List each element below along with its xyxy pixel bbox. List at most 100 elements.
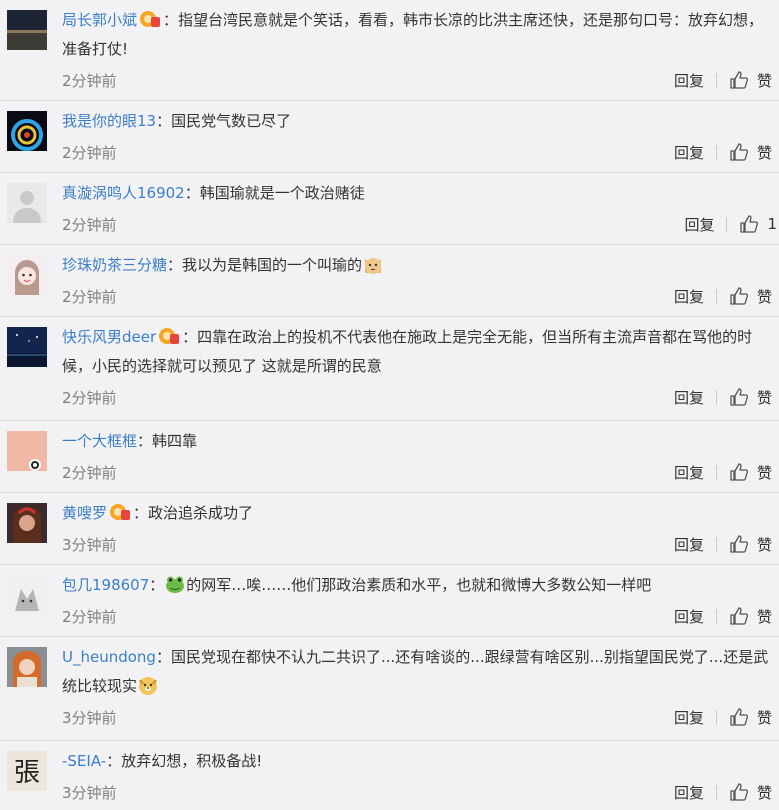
- avatar[interactable]: [7, 503, 47, 543]
- reply-button[interactable]: 回复: [674, 142, 704, 163]
- avatar[interactable]: [7, 183, 47, 223]
- comment-text: 政治追杀成功了: [148, 504, 254, 522]
- user-name[interactable]: -SEIA-: [62, 752, 106, 770]
- comment-text: 的网军…唉……他们那政治素质和水平，也就和微博大多数公知一样吧: [186, 576, 652, 594]
- vip-badge-icon: [139, 9, 161, 29]
- comment-text: 国民党气数已尽了: [171, 112, 292, 130]
- like-button[interactable]: 赞: [729, 606, 772, 627]
- divider: [715, 709, 717, 725]
- reply-button[interactable]: 回复: [674, 387, 704, 408]
- user-name[interactable]: 快乐风男deer: [62, 328, 156, 346]
- thumbs-up-icon: [730, 783, 749, 801]
- like-button[interactable]: 1: [739, 214, 777, 234]
- timestamp: 3分钟前: [62, 783, 117, 802]
- comment-item: U_heundong：国民党现在都快不认九二共识了...还有啥谈的...跟绿营有…: [0, 637, 779, 741]
- avatar[interactable]: [7, 255, 47, 295]
- like-button[interactable]: 赞: [729, 142, 772, 163]
- reply-button[interactable]: 回复: [674, 286, 704, 307]
- user-name[interactable]: 我是你的眼13: [62, 112, 156, 130]
- comment-item: 真漩涡鸣人16902：韩国瑜就是一个政治赌徒 2分钟前 回复 1: [0, 173, 779, 245]
- user-name[interactable]: 包几198607: [62, 576, 149, 594]
- divider: [715, 464, 717, 480]
- comment-item: 我是你的眼13：国民党气数已尽了 2分钟前 回复 赞: [0, 101, 779, 173]
- like-label: 赞: [756, 143, 772, 162]
- like-button[interactable]: 赞: [729, 462, 772, 483]
- avatar[interactable]: [7, 111, 47, 151]
- comment-item: 黄嗖罗 ：政治追杀成功了 3分钟前 回复 赞: [0, 493, 779, 565]
- comment-item: 包几198607： 的网军…唉……他们那政治素质和水平，也就和微博大多数公知一样吧…: [0, 565, 779, 637]
- comment-list: 局长郭小斌 ：指望台湾民意就是个笑话，看看，韩市长凉的比洪主席还快，还是那句口号：…: [0, 0, 779, 810]
- timestamp: 3分钟前: [62, 708, 117, 727]
- reply-button[interactable]: 回复: [674, 606, 704, 627]
- like-button[interactable]: 赞: [729, 387, 772, 408]
- reply-button[interactable]: 回复: [684, 214, 714, 235]
- like-button[interactable]: 赞: [729, 707, 772, 728]
- timestamp: 2分钟前: [62, 143, 117, 162]
- avatar[interactable]: [7, 431, 47, 471]
- user-name[interactable]: 一个大框框: [62, 432, 137, 450]
- comment-item: 局长郭小斌 ：指望台湾民意就是个笑话，看看，韩市长凉的比洪主席还快，还是那句口号：…: [0, 0, 779, 101]
- divider: [715, 784, 717, 800]
- divider: [715, 608, 717, 624]
- divider: [715, 144, 717, 160]
- divider: [715, 72, 717, 88]
- like-label: 赞: [756, 71, 772, 90]
- avatar[interactable]: [7, 10, 47, 50]
- user-name[interactable]: 真漩涡鸣人16902: [62, 184, 185, 202]
- timestamp: 2分钟前: [62, 215, 117, 234]
- divider: [726, 216, 728, 232]
- vip-badge-icon: [109, 502, 131, 522]
- reply-button[interactable]: 回复: [674, 782, 704, 803]
- avatar[interactable]: [7, 327, 47, 367]
- user-name[interactable]: U_heundong: [62, 648, 156, 666]
- comment-text: 我以为是韩国的一个叫瑜的: [182, 256, 363, 274]
- reply-button[interactable]: 回复: [674, 707, 704, 728]
- reply-button[interactable]: 回复: [674, 70, 704, 91]
- divider: [715, 536, 717, 552]
- thumbs-up-icon: [730, 143, 749, 161]
- comment-item: 快乐风男deer ：四靠在政治上的投机不代表他在施政上是完全无能，但当所有主流声音…: [0, 317, 779, 421]
- comment-text: 韩国瑜就是一个政治赌徒: [199, 184, 365, 202]
- doge-face-icon: [137, 674, 159, 696]
- thumbs-up-icon: [730, 535, 749, 553]
- thumbs-up-icon: [730, 71, 749, 89]
- like-label: 赞: [756, 388, 772, 407]
- thumbs-up-icon: [730, 388, 749, 406]
- timestamp: 2分钟前: [62, 71, 117, 90]
- thumbs-up-icon: [730, 607, 749, 625]
- timestamp: 2分钟前: [62, 463, 117, 482]
- like-button[interactable]: 赞: [729, 286, 772, 307]
- timestamp: 3分钟前: [62, 535, 117, 554]
- comment-item: 張 -SEIA-：放弃幻想，积极备战! 3分钟前 回复 赞: [0, 741, 779, 810]
- like-count: 1: [767, 215, 777, 233]
- timestamp: 2分钟前: [62, 607, 117, 626]
- thumbs-up-icon: [730, 287, 749, 305]
- like-label: 赞: [756, 463, 772, 482]
- like-label: 赞: [756, 783, 772, 802]
- like-button[interactable]: 赞: [729, 70, 772, 91]
- timestamp: 2分钟前: [62, 287, 117, 306]
- reply-button[interactable]: 回复: [674, 462, 704, 483]
- avatar[interactable]: [7, 647, 47, 687]
- like-label: 赞: [756, 708, 772, 727]
- frog-icon: [164, 573, 186, 595]
- user-name[interactable]: 珍珠奶茶三分糖: [62, 256, 167, 274]
- thumbs-up-icon: [730, 708, 749, 726]
- like-button[interactable]: 赞: [729, 534, 772, 555]
- svg-text:張: 張: [14, 758, 40, 788]
- like-label: 赞: [756, 535, 772, 554]
- avatar[interactable]: 張: [7, 751, 47, 791]
- comment-text: 韩四靠: [152, 432, 198, 450]
- divider: [715, 288, 717, 304]
- thumbs-up-icon: [740, 215, 759, 233]
- user-name[interactable]: 黄嗖罗: [62, 504, 107, 522]
- user-name[interactable]: 局长郭小斌: [62, 11, 137, 29]
- avatar[interactable]: [7, 575, 47, 615]
- reply-button[interactable]: 回复: [674, 534, 704, 555]
- timestamp: 2分钟前: [62, 388, 117, 407]
- comment-item: 珍珠奶茶三分糖：我以为是韩国的一个叫瑜的 2分钟前 回复 赞: [0, 245, 779, 317]
- like-button[interactable]: 赞: [729, 782, 772, 803]
- like-label: 赞: [756, 607, 772, 626]
- thumbs-up-icon: [730, 463, 749, 481]
- comment-item: 一个大框框：韩四靠 2分钟前 回复 赞: [0, 421, 779, 493]
